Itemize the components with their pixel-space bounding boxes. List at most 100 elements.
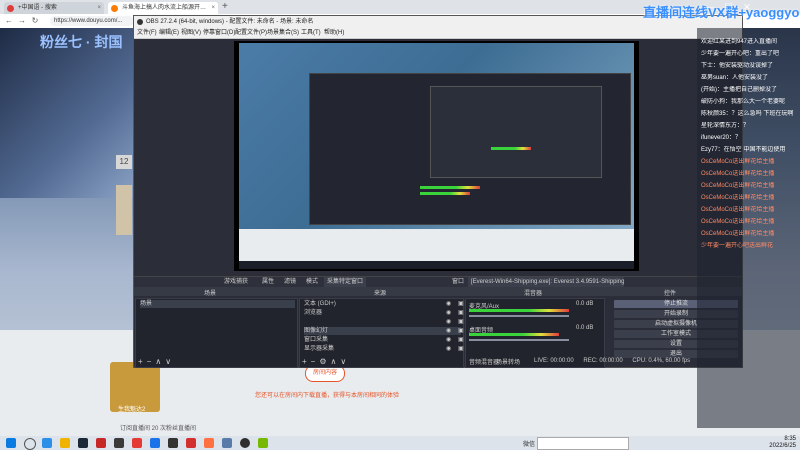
source-item-selected[interactable]: 图像幻灯 ◉ ▣ (304, 327, 464, 335)
cpu-status: CPU: 0.4%, 60.00 fps (632, 358, 691, 364)
windows-taskbar: 微信 (0, 436, 800, 450)
clock-time: 8:35 (784, 436, 796, 442)
search-icon[interactable] (24, 438, 36, 450)
minimize-icon[interactable]: — (705, 2, 714, 12)
filters-button[interactable]: 滤镜 (284, 277, 296, 287)
volume-slider[interactable] (469, 315, 569, 317)
mode-select[interactable]: 采集特定窗口 (324, 277, 367, 287)
sources-footer-controls[interactable]: +−⚙∧∨ (302, 357, 350, 366)
menu-docks[interactable]: 停靠窗口(D) (203, 28, 235, 38)
taskbar-search-input[interactable] (537, 437, 629, 450)
eye-icon[interactable]: ◉ (446, 318, 451, 326)
app-icon[interactable] (114, 438, 124, 448)
source-item[interactable]: 窗口采集 ◉ ▣ (304, 336, 464, 344)
audio-meter (491, 147, 531, 150)
chrome-icon[interactable] (150, 438, 160, 448)
source-label: 窗口采集 (304, 337, 329, 343)
docks-header: 场景 来源 混音器 控件 (134, 287, 742, 297)
source-label: 图像幻灯 (304, 328, 329, 334)
app-icon[interactable] (96, 438, 106, 448)
lock-icon[interactable]: ▣ (458, 309, 464, 317)
chat-message: (开始)：主播把自己删掉没了 (701, 87, 777, 93)
menu-scene-collection[interactable]: 场景集合(S) (267, 28, 299, 38)
chat-message: OsCeMoCo送出鲜花给主播 (701, 195, 775, 201)
eye-icon[interactable]: ◉ (446, 309, 451, 317)
menu-file[interactable]: 文件(F) (137, 28, 157, 38)
side-thumbnail[interactable] (116, 185, 132, 235)
lock-icon[interactable]: ▣ (458, 300, 464, 308)
search-label: 微信 (523, 442, 536, 448)
menu-edit[interactable]: 编辑(E) (159, 28, 179, 38)
browser-tab-active[interactable]: 斗鱼海上搞人肉水流上船源开… × (108, 2, 218, 14)
menu-view[interactable]: 视图(V) (181, 28, 201, 38)
taskbar-clock[interactable]: 8:35 2022/6/25 (758, 436, 796, 450)
game-title: 粉丝七 · 封国 (40, 34, 123, 50)
url-input[interactable]: https://www.douyu.com/... (50, 16, 134, 26)
window-label: 窗口 (452, 279, 465, 285)
menu-tools[interactable]: 工具(T) (301, 28, 321, 38)
source-item[interactable]: 浏览器 ◉ ▣ (304, 309, 464, 317)
eye-icon[interactable]: ◉ (446, 336, 451, 344)
steam-icon[interactable] (78, 438, 88, 448)
app-icon[interactable] (186, 438, 196, 448)
chat-panel: 欢迎红某进到947进入直播间 少年要一遍开心吧：重出了吧 下士：他安装驱动没误掉了巫… (697, 28, 800, 428)
forward-icon[interactable]: → (17, 16, 27, 26)
lock-icon[interactable]: ▣ (458, 318, 464, 326)
sources-dock: 文本 (GDI+) ◉ ▣ 浏览器 ◉ ▣ ◉ ▣ 图像幻灯 ◉ ▣ 窗口采集 ◉ ▣ 显示器采集… (299, 298, 464, 368)
app-icon-active[interactable] (222, 438, 232, 448)
tab-favicon-icon (111, 5, 118, 12)
obs-menubar: 文件(F) 编辑(E) 视图(V) 停靠窗口(D) 配置文件(P) 场景集合(S… (134, 28, 742, 39)
lock-icon[interactable]: ▣ (458, 345, 464, 353)
folder-icon[interactable] (60, 438, 70, 448)
obs-preview[interactable] (234, 41, 639, 271)
app-icon[interactable] (204, 438, 214, 448)
app-icon[interactable] (132, 438, 142, 448)
close-icon[interactable]: × (211, 2, 215, 14)
chat-message: 下士：他安装驱动没误掉了 (701, 63, 774, 69)
maximize-icon[interactable]: ☐ (725, 2, 733, 12)
chat-message: OsCeMoCo送出鲜花给主播 (701, 183, 775, 189)
close-icon[interactable]: ✕ (743, 2, 751, 12)
start-icon[interactable] (6, 438, 16, 448)
close-icon[interactable]: × (97, 2, 101, 14)
live-status: LIVE: 00:00:00 (534, 358, 574, 364)
back-icon[interactable]: ← (4, 16, 14, 26)
source-toolbar: 游戏捕获 属性 滤镜 模式 采集特定窗口 窗口 [Everest-Win64-S… (134, 276, 742, 287)
eye-icon[interactable]: ◉ (446, 300, 451, 308)
chat-message: 欢迎红某进到947进入直播间 (701, 39, 778, 45)
eye-icon[interactable]: ◉ (446, 345, 451, 353)
edge-icon[interactable] (42, 438, 52, 448)
audio-meter (469, 309, 569, 312)
source-item[interactable]: 显示器采集 ◉ ▣ (304, 345, 464, 353)
mode-label: 模式 (306, 279, 319, 285)
mixer-tab[interactable]: 音频混音器 (469, 357, 499, 366)
reload-icon[interactable]: ↻ (30, 16, 40, 26)
nvidia-icon[interactable] (258, 438, 268, 448)
lock-icon[interactable]: ▣ (458, 327, 464, 335)
menu-help[interactable]: 帮助(H) (324, 28, 344, 38)
menu-profile[interactable]: 配置文件(P) (235, 28, 267, 38)
chat-message: OsCeMoCo送出鲜花给主播 (701, 219, 775, 225)
window-controls[interactable]: — ☐ ✕ (705, 2, 751, 13)
nested-obs-window (309, 73, 631, 225)
mixer-title: 混音器 (524, 291, 543, 297)
chat-message: 陈秋颜35：？这么急吗 下班在玩啊 (701, 111, 794, 117)
obs-icon[interactable] (240, 438, 250, 448)
volume-slider[interactable] (469, 339, 569, 341)
clock-date: 2022/6/25 (769, 443, 796, 449)
transition-tab[interactable]: 场景转场 (496, 357, 520, 366)
eye-icon[interactable]: ◉ (446, 327, 451, 335)
source-item[interactable]: 文本 (GDI+) ◉ ▣ (304, 300, 464, 308)
window-select[interactable]: [Everest-Win64-Shipping.exe]: Everest 3.… (468, 277, 624, 287)
new-tab-icon[interactable]: + (222, 1, 228, 12)
app-icon[interactable] (168, 438, 178, 448)
properties-button[interactable]: 属性 (262, 277, 274, 287)
chat-message: OsCeMoCo送出鲜花给主播 (701, 171, 775, 177)
scenes-footer-controls[interactable]: +−∧∨ (138, 357, 175, 366)
lock-icon[interactable]: ▣ (458, 336, 464, 344)
scene-item[interactable]: 场景 (140, 300, 295, 308)
preview-capture (239, 43, 634, 269)
chat-message: OsCeMoCo送出鲜花给主播 (701, 231, 775, 237)
browser-tab[interactable]: +中国语 - 搜索 × (4, 2, 104, 14)
chat-message: OsCeMoCo送出鲜花给主播 (701, 207, 775, 213)
